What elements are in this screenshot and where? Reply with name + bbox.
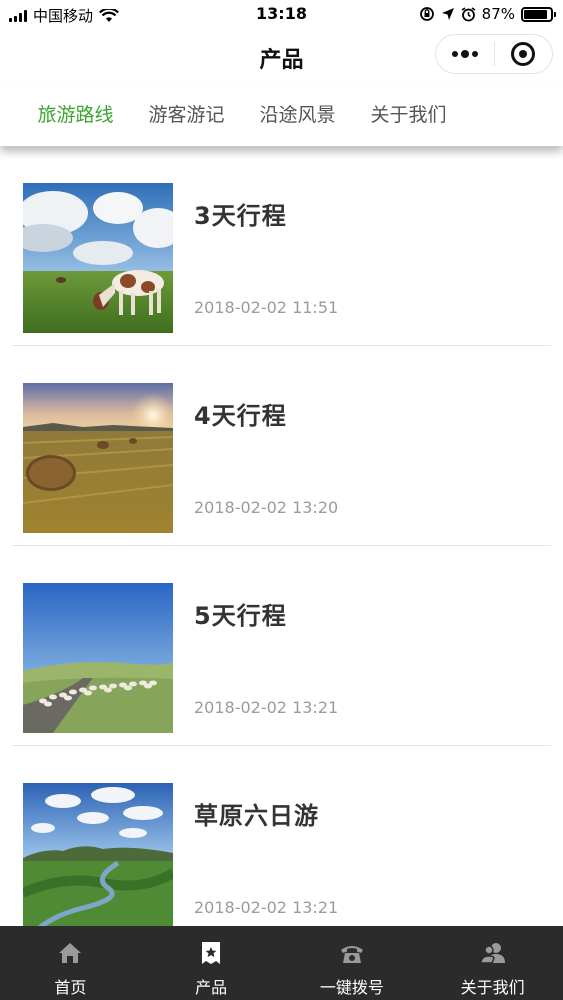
item-date: 2018-02-02 13:21 [194,698,339,717]
tab-scenery[interactable]: 沿途风景 [242,84,353,146]
tab-travel-routes[interactable]: 旅游路线 [20,84,131,146]
list-item[interactable]: 5天行程 2018-02-02 13:21 [12,546,551,746]
item-date: 2018-02-02 11:51 [194,298,339,317]
category-tabs: 旅游路线 游客游记 沿途风景 关于我们 [0,84,563,146]
nav-bar: 产品 [0,28,563,84]
more-button[interactable] [436,35,494,73]
phone-icon [340,946,363,963]
bottom-tab-about[interactable]: 关于我们 [422,926,563,1000]
item-date: 2018-02-02 13:21 [194,898,339,917]
users-icon [479,943,505,964]
product-icon [202,942,221,964]
grassland-cow-photo [23,183,173,333]
status-right: 87% [419,5,556,23]
close-target-icon [511,42,536,66]
home-icon [59,943,82,963]
bottom-tab-label: 首页 [54,978,87,997]
close-button[interactable] [495,35,553,73]
alarm-icon [461,6,476,21]
more-dots-icon [451,50,478,58]
location-icon [441,8,454,20]
hay-bale-sunset-photo [23,383,173,533]
list-item[interactable]: 4天行程 2018-02-02 13:20 [12,346,551,546]
bottom-tab-home[interactable]: 首页 [0,926,141,1000]
tab-visitor-journals[interactable]: 游客游记 [131,84,242,146]
product-list: 3天行程 2018-02-02 11:51 4天行程 2018-02-02 13… [0,146,563,926]
miniprogram-capsule [435,34,553,74]
battery-icon [521,6,556,22]
bottom-tab-product[interactable]: 产品 [141,926,282,1000]
item-title: 5天行程 [194,602,287,630]
bottom-tab-label: 产品 [195,978,228,997]
bottom-tab-label: 关于我们 [460,978,525,997]
tab-about-us[interactable]: 关于我们 [353,84,464,146]
list-item[interactable]: 草原六日游 2018-02-02 13:21 [12,746,551,926]
battery-percent: 87% [481,5,515,23]
item-title: 草原六日游 [194,802,319,830]
bottom-tab-label: 一键拨号 [319,978,384,997]
river-valley-photo [23,783,173,926]
bottom-tab-call[interactable]: 一键拨号 [282,926,423,1000]
orientation-lock-icon [419,7,434,21]
status-bar: 中国移动 13:18 87% [0,0,563,28]
item-date: 2018-02-02 13:20 [194,498,339,517]
bottom-tab-bar: 首页 产品 一键拨号 关于我们 [0,926,563,1000]
item-title: 3天行程 [194,202,287,230]
list-item[interactable]: 3天行程 2018-02-02 11:51 [12,146,551,346]
item-title: 4天行程 [194,402,287,430]
sheep-road-photo [23,583,173,733]
